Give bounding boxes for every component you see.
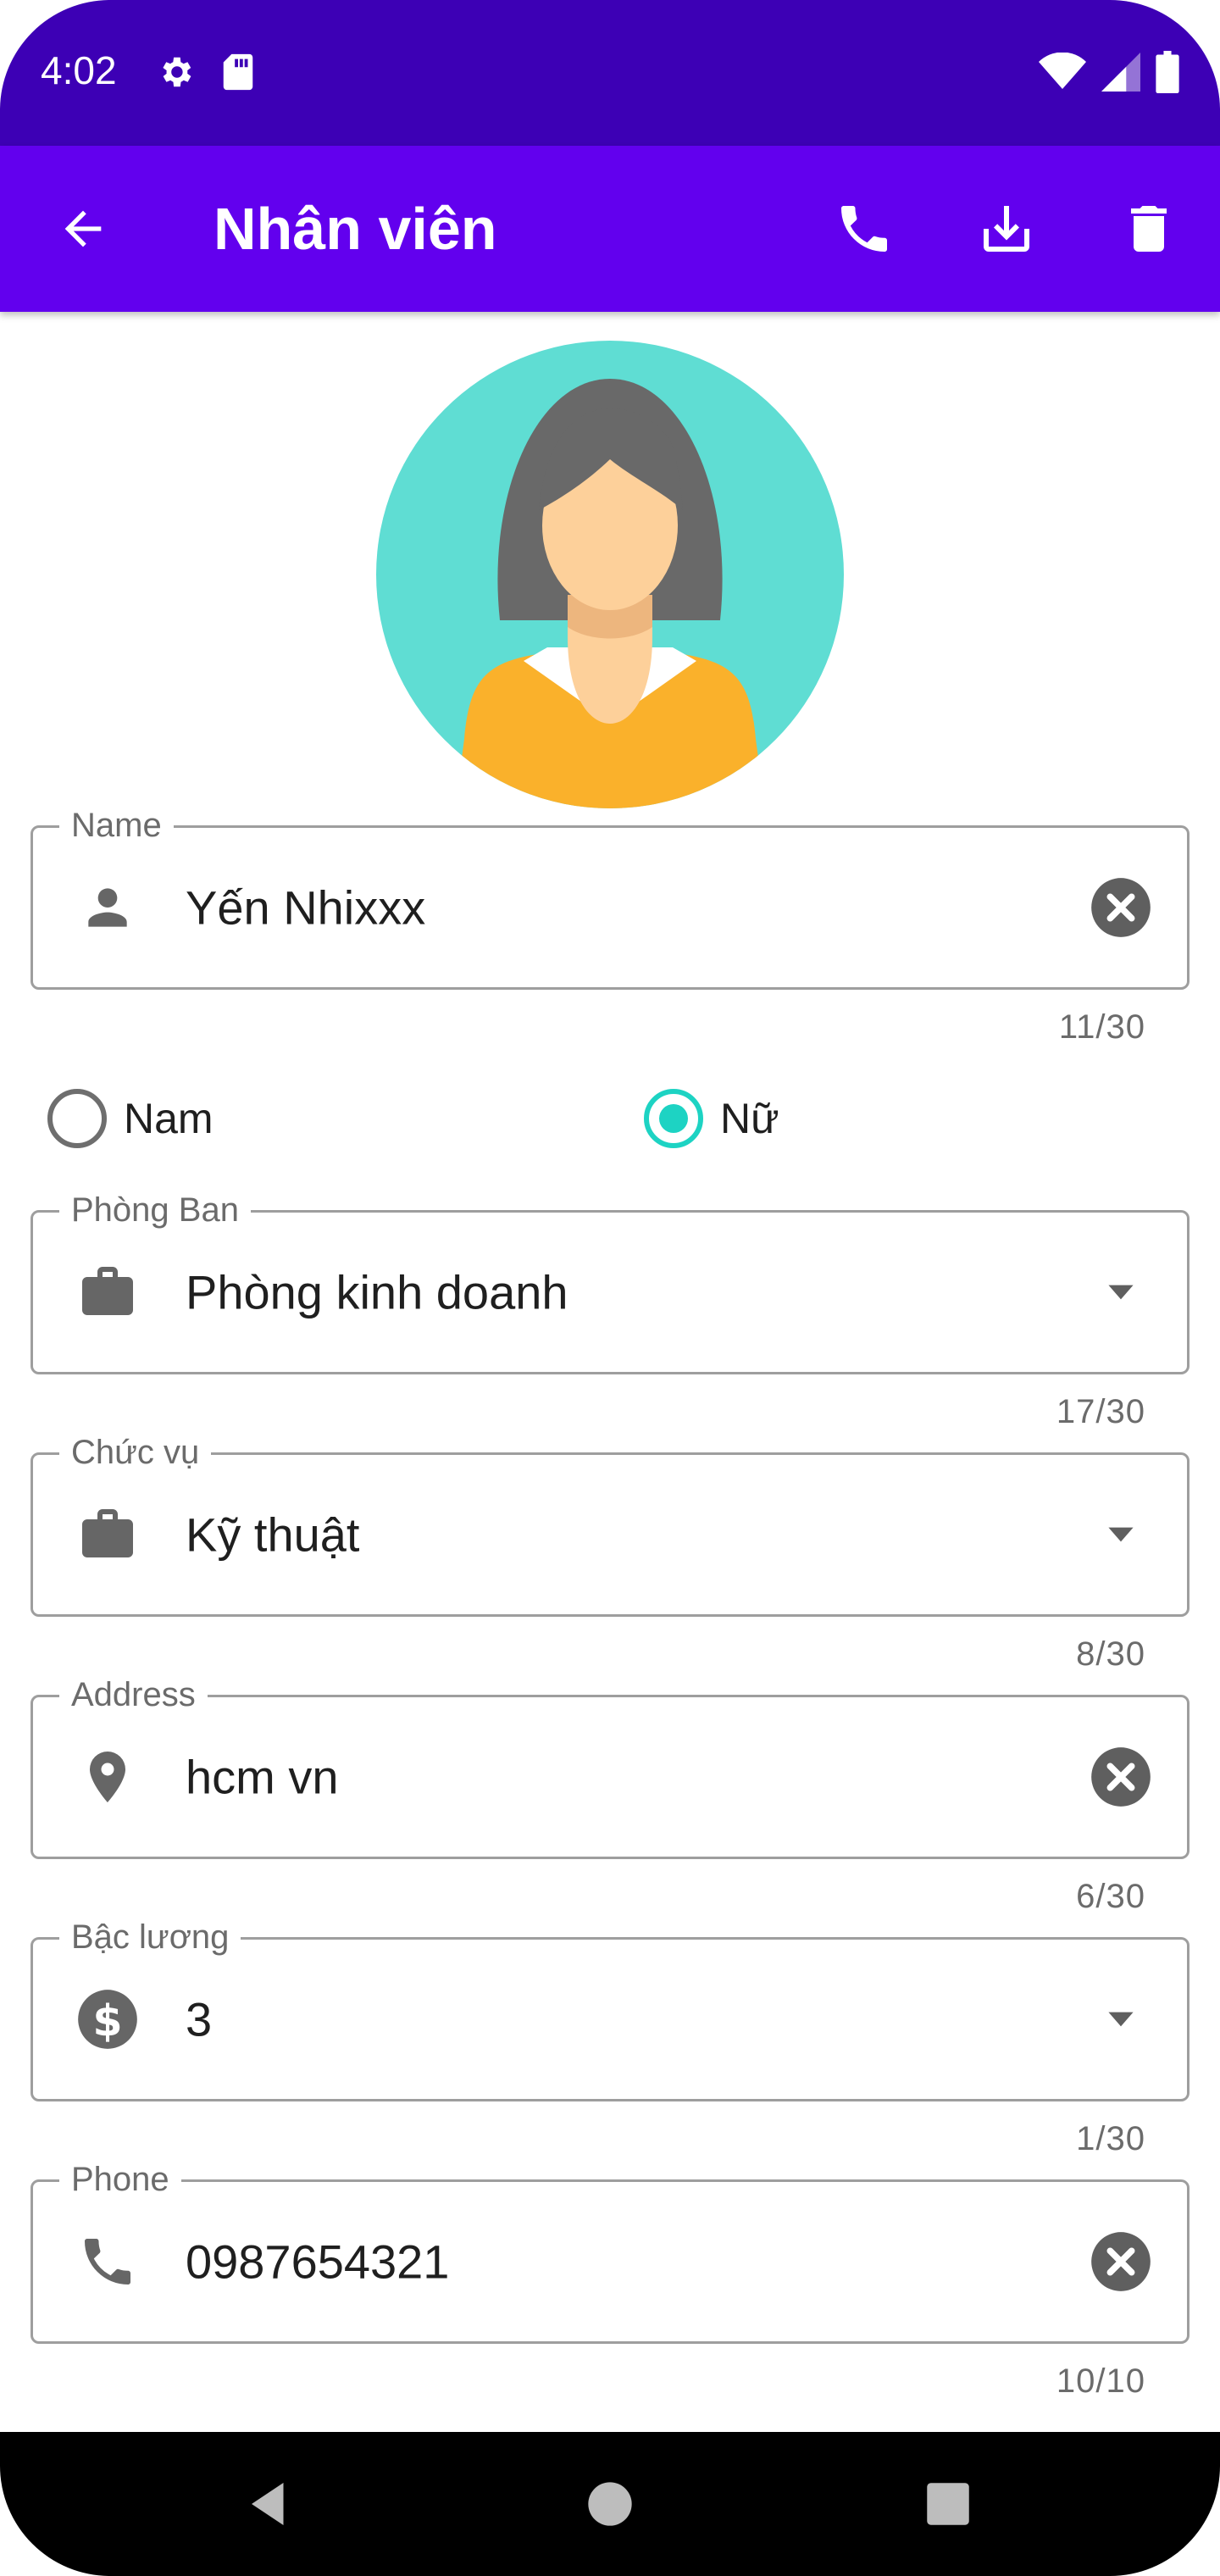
name-label: Name: [59, 807, 174, 845]
radio-button-checked[interactable]: [644, 1089, 703, 1148]
delete-icon[interactable]: [1113, 193, 1184, 264]
radio-female[interactable]: Nữ: [644, 1089, 779, 1148]
home-circle-icon[interactable]: [572, 2466, 648, 2542]
location-pin-icon: [70, 1740, 145, 1814]
svg-text:$: $: [92, 1996, 122, 2046]
dropdown-arrow-icon[interactable]: [1087, 1258, 1155, 1326]
address-counter: 6/30: [1076, 1878, 1145, 1915]
name-field[interactable]: Yến Nhixxx: [30, 825, 1190, 990]
person-icon: [70, 870, 145, 945]
radio-label-female: Nữ: [720, 1095, 779, 1142]
salary-level-counter: 1/30: [1076, 2120, 1145, 2157]
briefcase-icon: [70, 1255, 145, 1330]
recents-square-icon[interactable]: [910, 2466, 986, 2542]
position-field[interactable]: Kỹ thuật: [30, 1452, 1190, 1617]
clear-icon[interactable]: [1087, 874, 1155, 941]
phone-input[interactable]: 0987654321: [186, 2235, 449, 2290]
sd-card-icon: [220, 53, 256, 96]
radio-male[interactable]: Nam: [47, 1089, 214, 1148]
radio-button-unchecked[interactable]: [47, 1089, 107, 1148]
download-icon[interactable]: [971, 193, 1042, 264]
page-title: Nhân viên: [214, 196, 497, 262]
status-left-icons: [156, 53, 256, 96]
status-bar: 4:02: [0, 0, 1220, 146]
briefcase-icon: [70, 1497, 145, 1572]
app-bar: Nhân viên: [0, 146, 1220, 312]
phone-icon[interactable]: [829, 193, 900, 264]
dollar-icon: $: [70, 1982, 145, 2057]
battery-icon: [1156, 51, 1179, 97]
radio-label-male: Nam: [124, 1095, 214, 1142]
signal-icon: [1101, 53, 1140, 96]
phone-counter: 10/10: [1056, 2362, 1145, 2400]
position-label: Chức vụ: [59, 1434, 212, 1472]
phone-label: Phone: [59, 2161, 181, 2199]
salary-level-label: Bậc lương: [59, 1918, 241, 1957]
department-field[interactable]: Phòng kinh doanh: [30, 1210, 1190, 1374]
employee-avatar[interactable]: [376, 341, 844, 808]
status-right-icons: [1039, 51, 1179, 97]
clear-icon[interactable]: [1087, 2228, 1155, 2296]
address-label: Address: [59, 1676, 208, 1714]
department-label: Phòng Ban: [59, 1191, 251, 1230]
salary-level-field[interactable]: $ 3: [30, 1937, 1190, 2101]
address-field[interactable]: hcm vn: [30, 1695, 1190, 1859]
name-counter: 11/30: [1058, 1008, 1145, 1046]
dropdown-arrow-icon[interactable]: [1087, 1501, 1155, 1568]
gear-icon: [156, 53, 195, 96]
back-triangle-icon[interactable]: [230, 2466, 307, 2542]
phone-icon: [70, 2224, 145, 2299]
address-input[interactable]: hcm vn: [186, 1750, 339, 1805]
clear-icon[interactable]: [1087, 1743, 1155, 1811]
status-time: 4:02: [41, 48, 117, 92]
dropdown-arrow-icon[interactable]: [1087, 1985, 1155, 2053]
position-counter: 8/30: [1076, 1635, 1145, 1673]
salary-level-select[interactable]: 3: [186, 1992, 212, 2047]
system-nav-bar: [0, 2432, 1220, 2576]
department-select[interactable]: Phòng kinh doanh: [186, 1265, 568, 1320]
wifi-icon: [1039, 52, 1086, 96]
back-arrow-icon[interactable]: [49, 195, 117, 263]
phone-field[interactable]: 0987654321: [30, 2179, 1190, 2344]
department-counter: 17/30: [1056, 1393, 1145, 1430]
position-select[interactable]: Kỹ thuật: [186, 1507, 359, 1563]
name-input[interactable]: Yến Nhixxx: [186, 880, 425, 935]
phone-screen: 4:02 Nhân viên Yến Nhixxx Name 11/30 Nam…: [0, 0, 1220, 2576]
